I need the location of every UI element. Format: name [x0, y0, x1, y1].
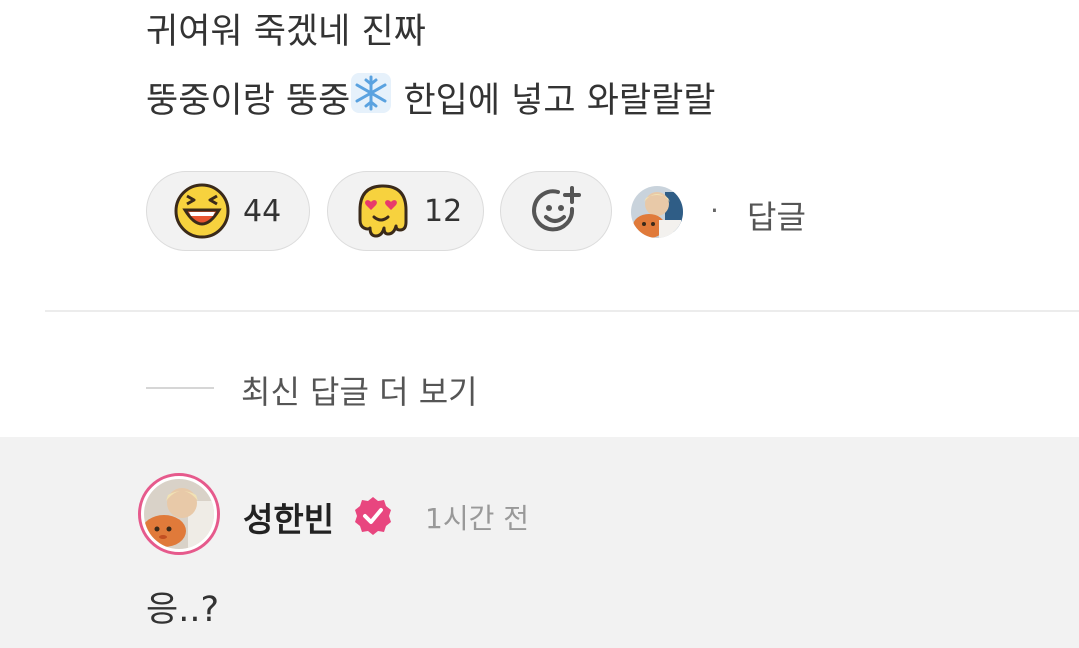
- heart-eyes-melting-face-icon: [358, 184, 408, 238]
- section-divider: [45, 310, 1079, 312]
- comment-line-1: 귀여워 죽겠네 진짜: [146, 12, 426, 52]
- reply-timestamp: 1시간 전: [425, 502, 529, 535]
- reaction-love-button[interactable]: 12: [327, 171, 484, 251]
- reply-button[interactable]: 답글: [747, 192, 806, 238]
- separator-dot: ·: [710, 194, 719, 227]
- reaction-laugh-button[interactable]: 44: [146, 171, 310, 251]
- verified-badge-icon: [355, 497, 391, 535]
- snowflake-icon: [350, 72, 392, 125]
- more-replies-link[interactable]: 최신 답글 더 보기: [241, 367, 478, 413]
- reply-text: 응..?: [146, 590, 220, 630]
- comment-line-2-start: 뚱중이랑 뚱중: [146, 81, 351, 121]
- author-avatar[interactable]: [138, 473, 220, 555]
- more-replies-line: [146, 387, 214, 389]
- comment-line-2: 뚱중이랑 뚱중 한입에 넣고 와랄랄랄: [146, 72, 716, 125]
- comment-line-2-end: 한입에 넣고 와랄랄랄: [392, 81, 716, 121]
- reaction-love-count: 12: [424, 193, 463, 229]
- add-reaction-button[interactable]: [500, 171, 612, 251]
- add-reaction-icon: [532, 186, 581, 232]
- replier-avatar[interactable]: [631, 186, 683, 238]
- author-name[interactable]: 성한빈: [243, 493, 334, 541]
- reaction-laugh-count: 44: [243, 193, 282, 229]
- laughing-face-icon: [174, 183, 230, 239]
